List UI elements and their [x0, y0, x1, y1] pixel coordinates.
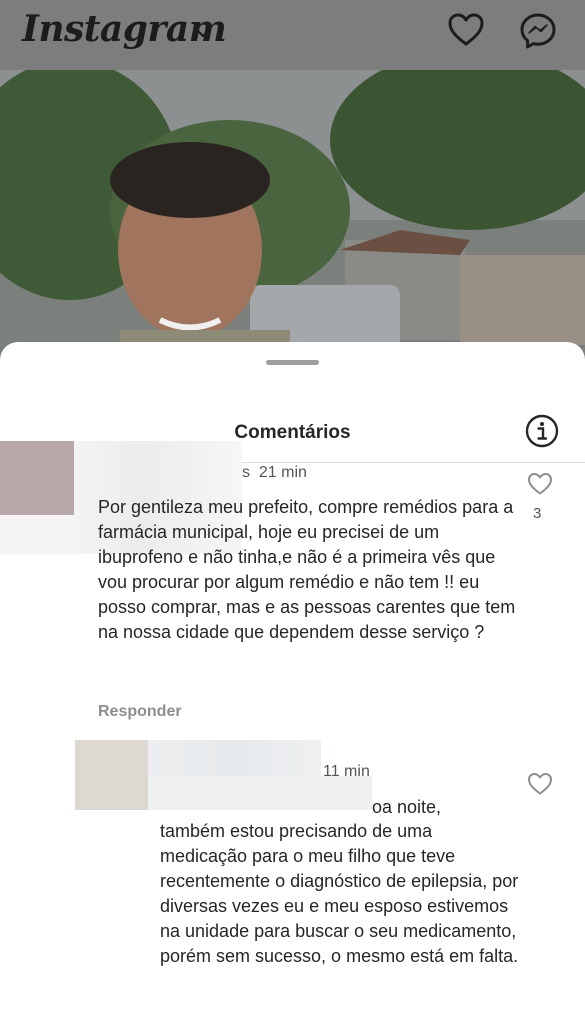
avatar[interactable] — [75, 740, 148, 810]
blurred-area — [148, 776, 372, 810]
heart-outline-icon[interactable] — [527, 772, 553, 796]
comment-text: Por gentileza meu prefeito, compre reméd… — [98, 497, 516, 642]
blurred-area — [0, 515, 74, 555]
comment-meta: s 21 min — [242, 464, 307, 482]
top-app-bar: Instagram — [0, 0, 585, 70]
reply-button[interactable]: Responder — [98, 703, 182, 721]
like-count: 3 — [533, 505, 542, 522]
avatar[interactable] — [0, 441, 74, 515]
info-icon[interactable] — [525, 414, 559, 448]
comment-time: 11 min — [323, 763, 370, 780]
heart-icon[interactable] — [447, 12, 485, 48]
comment-time: 21 min — [258, 464, 307, 481]
heart-outline-icon[interactable] — [527, 472, 553, 496]
comment-text-fragment: oa noite, — [372, 797, 442, 817]
messenger-icon[interactable] — [519, 12, 557, 50]
photo-scene — [0, 70, 585, 370]
comment-text: também estou precisando de uma medicação… — [160, 821, 519, 966]
post-photo — [0, 70, 585, 370]
chevron-down-icon[interactable] — [194, 24, 212, 42]
comment-meta-prefix: s — [242, 464, 250, 481]
drag-handle[interactable] — [266, 360, 319, 365]
